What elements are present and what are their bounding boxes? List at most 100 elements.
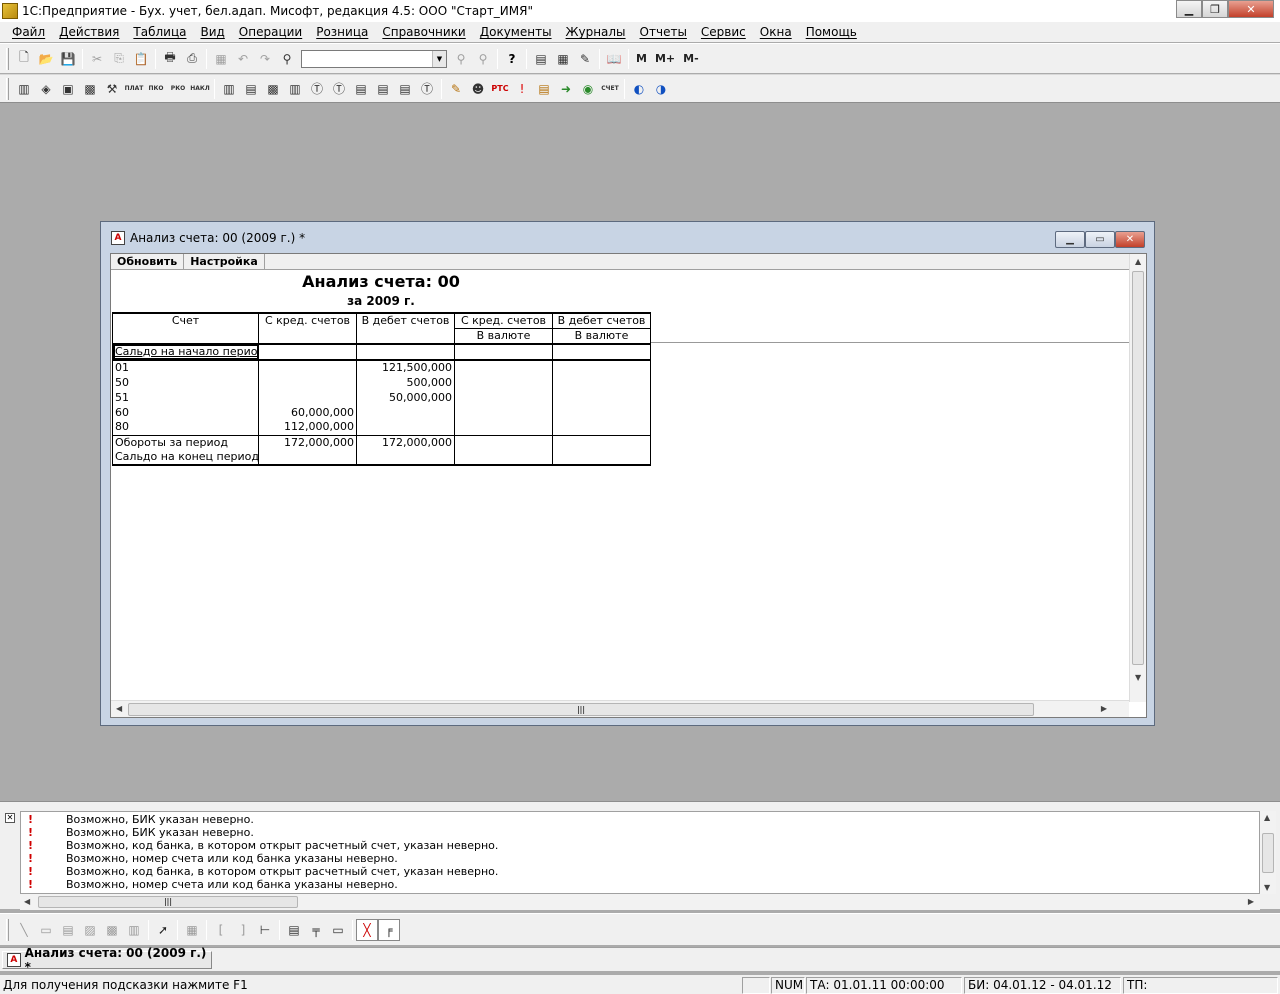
grid-icon[interactable]: ▤: [283, 919, 305, 941]
find-prev-icon[interactable]: ⚲: [472, 48, 494, 70]
opening-balance-cell[interactable]: Сальдо на начало периода: [112, 344, 259, 361]
restore-icon[interactable]: ❐: [1202, 0, 1228, 18]
close-icon[interactable]: ✕: [1228, 0, 1274, 18]
debit-cell[interactable]: [356, 420, 455, 436]
account-cell[interactable]: 51: [112, 390, 259, 405]
toolbar-grip[interactable]: [6, 918, 9, 941]
save-icon[interactable]: 💾: [57, 48, 79, 70]
settings-button[interactable]: Настройка: [184, 254, 265, 269]
report-t-icon[interactable]: Ⓣ: [306, 78, 328, 100]
menu-references[interactable]: Справочники: [382, 25, 465, 39]
undo-icon[interactable]: ↶: [232, 48, 254, 70]
bracket-close-icon[interactable]: ]: [232, 919, 254, 941]
find-binoculars-icon[interactable]: ⚲: [276, 48, 298, 70]
transactions-icon[interactable]: ▣: [57, 78, 79, 100]
rectangle-tool-icon[interactable]: ▭: [35, 919, 57, 941]
tools-icon[interactable]: ⚒: [101, 78, 123, 100]
calendar-icon[interactable]: ▦: [210, 48, 232, 70]
redo-icon[interactable]: ↷: [254, 48, 276, 70]
payment-order-icon[interactable]: ПЛАТ: [123, 78, 145, 100]
line-tool-icon[interactable]: ╲: [13, 919, 35, 941]
bracket-open-icon[interactable]: [: [210, 919, 232, 941]
turnover-debit[interactable]: 172,000,000: [356, 435, 455, 450]
minimize-icon[interactable]: ▁: [1176, 0, 1202, 18]
report-journal-icon[interactable]: ▤: [394, 78, 416, 100]
menu-view[interactable]: Вид: [200, 25, 224, 39]
text-tool-icon[interactable]: ▤: [57, 919, 79, 941]
scroll-up-icon[interactable]: ▲: [1264, 813, 1270, 822]
menu-file[interactable]: Файл: [12, 25, 45, 39]
group-icon[interactable]: ▦: [181, 919, 203, 941]
entries-icon[interactable]: ▩: [79, 78, 101, 100]
spreadsheet[interactable]: Анализ счета: 00 за 2009 г. Счет С кред.…: [111, 270, 1129, 702]
credit-cell[interactable]: 112,000,000: [258, 420, 357, 436]
menu-journals[interactable]: Журналы: [566, 25, 626, 39]
horizontal-scrollbar[interactable]: ◀ ||| ▶: [111, 700, 1129, 717]
paste-icon[interactable]: 📋: [130, 48, 152, 70]
operations-icon[interactable]: ◈: [35, 78, 57, 100]
chevron-down-icon[interactable]: ▼: [432, 50, 446, 67]
people-icon[interactable]: ☻: [467, 78, 489, 100]
scroll-up-icon[interactable]: ▲: [1135, 257, 1141, 266]
report-checker-icon[interactable]: ▩: [262, 78, 284, 100]
arrow-icon[interactable]: ➜: [555, 78, 577, 100]
debit-cell[interactable]: [356, 405, 455, 420]
credit-cell[interactable]: [258, 375, 357, 390]
menu-operations[interactable]: Операции: [239, 25, 302, 39]
print-icon[interactable]: 🖶: [159, 48, 181, 70]
invoice-icon[interactable]: СЧЕТ: [599, 78, 621, 100]
ole-tool-icon[interactable]: ▩: [101, 919, 123, 941]
find-next-icon[interactable]: ⚲: [450, 48, 472, 70]
scroll-left-icon[interactable]: ◀: [116, 704, 122, 713]
cut-icon[interactable]: ✂: [86, 48, 108, 70]
alert-icon[interactable]: !: [511, 78, 533, 100]
report-sheet-icon[interactable]: ▤: [240, 78, 262, 100]
account-cell[interactable]: 50: [112, 375, 259, 390]
calculator-icon[interactable]: ▤: [530, 48, 552, 70]
closing-balance-label[interactable]: Сальдо на конец периода: [112, 450, 259, 466]
scroll-thumb[interactable]: [1262, 833, 1274, 873]
credit-cell[interactable]: [258, 360, 357, 375]
close-icon[interactable]: ✕: [1115, 231, 1145, 248]
account-cell[interactable]: 01: [112, 360, 259, 375]
account-cell[interactable]: 80: [112, 420, 259, 436]
vertical-scrollbar[interactable]: ▲ ▼: [1129, 254, 1146, 702]
money-icon[interactable]: ▤: [533, 78, 555, 100]
receipt-cash-order-icon[interactable]: ПКО: [145, 78, 167, 100]
report-analysis-icon[interactable]: ▥: [284, 78, 306, 100]
menu-reports[interactable]: Отчеты: [640, 25, 687, 39]
headers-toggle-icon[interactable]: ╒: [378, 918, 400, 941]
picture-tool-icon[interactable]: ▨: [79, 919, 101, 941]
scroll-down-icon[interactable]: ▼: [1135, 673, 1141, 682]
new-document-icon[interactable]: 🗋: [13, 48, 35, 70]
pencil-icon[interactable]: ✎: [445, 78, 467, 100]
message-horizontal-scrollbar[interactable]: ◀ ||| ▶: [20, 894, 1260, 910]
menu-help[interactable]: Помощь: [806, 25, 857, 39]
account-cell[interactable]: 60: [112, 405, 259, 420]
chart-tool-icon[interactable]: ▥: [123, 919, 145, 941]
help-icon[interactable]: ?: [501, 48, 523, 70]
credit-cell[interactable]: [258, 390, 357, 405]
align-icon[interactable]: ⊢: [254, 919, 276, 941]
minimize-icon[interactable]: ▁: [1055, 231, 1085, 248]
debit-cell[interactable]: 50,000,000: [356, 390, 455, 405]
refresh-button[interactable]: Обновить: [111, 254, 185, 269]
book-icon[interactable]: 📖: [603, 48, 625, 70]
calendar-grid-icon[interactable]: ▦: [552, 48, 574, 70]
report-ledger-icon[interactable]: ▤: [372, 78, 394, 100]
report-balance-icon[interactable]: ▥: [218, 78, 240, 100]
close-icon[interactable]: ✕: [5, 813, 15, 823]
sync-icon[interactable]: ◐: [628, 78, 650, 100]
edit-pen-icon[interactable]: ✎: [574, 48, 596, 70]
menu-actions[interactable]: Действия: [59, 25, 119, 39]
rtc-icon[interactable]: РТС: [489, 78, 511, 100]
menu-service[interactable]: Сервис: [701, 25, 746, 39]
menu-table[interactable]: Таблица: [133, 25, 186, 39]
toolbar-grip[interactable]: [6, 47, 9, 70]
scroll-thumb[interactable]: |||: [38, 896, 298, 908]
chart-of-accounts-icon[interactable]: ▥: [13, 78, 35, 100]
globe-icon[interactable]: ◉: [577, 78, 599, 100]
report-window-title-bar[interactable]: А Анализ счета: 00 (2009 г.) *: [101, 222, 1154, 254]
menu-documents[interactable]: Документы: [480, 25, 552, 39]
memory-button[interactable]: М: [636, 52, 647, 65]
